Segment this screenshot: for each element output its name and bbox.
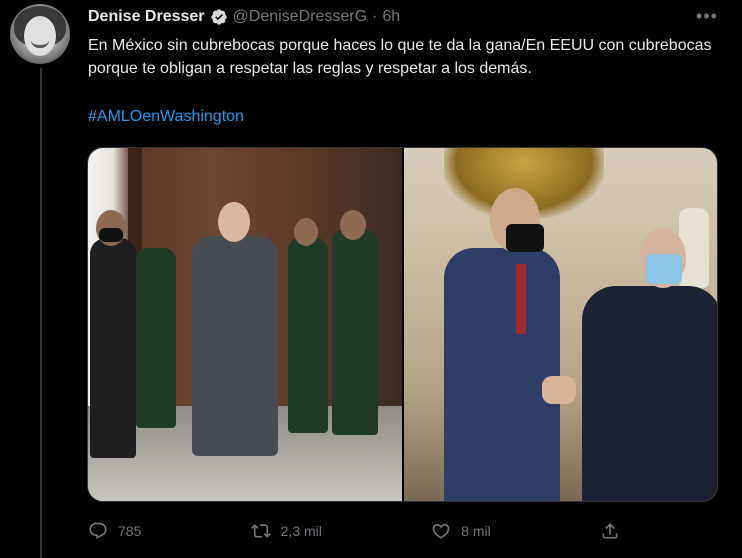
author-name[interactable]: Denise Dresser <box>88 8 205 26</box>
person-woman <box>90 238 136 458</box>
comment-icon <box>89 522 107 540</box>
person-man-dark-suit <box>581 286 717 501</box>
thread-line <box>40 68 42 558</box>
like-count: 8 mil <box>461 523 491 539</box>
person-woman-mask <box>99 228 123 242</box>
soldier-2-head <box>340 210 366 240</box>
avatar[interactable] <box>10 4 70 64</box>
tweet-header: Denise Dresser @DeniseDresserG · 6h <box>88 6 400 28</box>
more-options-button[interactable]: ••• <box>696 6 718 26</box>
tweet-actions: 785 2,3 mil 8 mil <box>88 516 620 546</box>
photo-right[interactable] <box>403 148 717 501</box>
tweet-media[interactable] <box>87 147 718 502</box>
person-man-blue-tie <box>515 264 526 334</box>
share-icon <box>602 523 618 539</box>
reply-count: 785 <box>118 523 142 539</box>
person-man-dark-mask <box>645 254 682 284</box>
person-man-grey <box>192 236 278 456</box>
person-man-blue-suit <box>443 248 560 501</box>
soldier-2 <box>332 230 378 435</box>
photo-left[interactable] <box>88 148 402 501</box>
verified-badge-icon <box>210 9 227 25</box>
retweet-icon <box>250 524 271 538</box>
soldier-1 <box>288 238 328 433</box>
tweet-text: En México sin cubrebocas porque haces lo… <box>88 37 712 77</box>
retweet-button[interactable]: 2,3 mil <box>250 516 322 546</box>
reply-button[interactable]: 785 <box>88 516 141 546</box>
share-button[interactable] <box>600 516 620 546</box>
author-handle[interactable]: @DeniseDresserG <box>233 8 368 26</box>
time-separator: · <box>372 8 378 25</box>
person-man-head <box>218 202 250 242</box>
handshake <box>541 376 576 404</box>
soldier-1-head <box>294 218 318 246</box>
person-man-blue-mask <box>505 224 544 252</box>
tweet-time[interactable]: 6h <box>382 8 400 26</box>
avatar-face <box>24 16 56 56</box>
more-dots-icon: ••• <box>696 5 718 26</box>
like-button[interactable]: 8 mil <box>431 516 491 546</box>
soldier-3 <box>136 248 176 428</box>
retweet-count: 2,3 mil <box>280 523 322 539</box>
heart-icon <box>432 523 450 539</box>
hashtag-link[interactable]: #AMLOenWashington <box>88 108 244 126</box>
